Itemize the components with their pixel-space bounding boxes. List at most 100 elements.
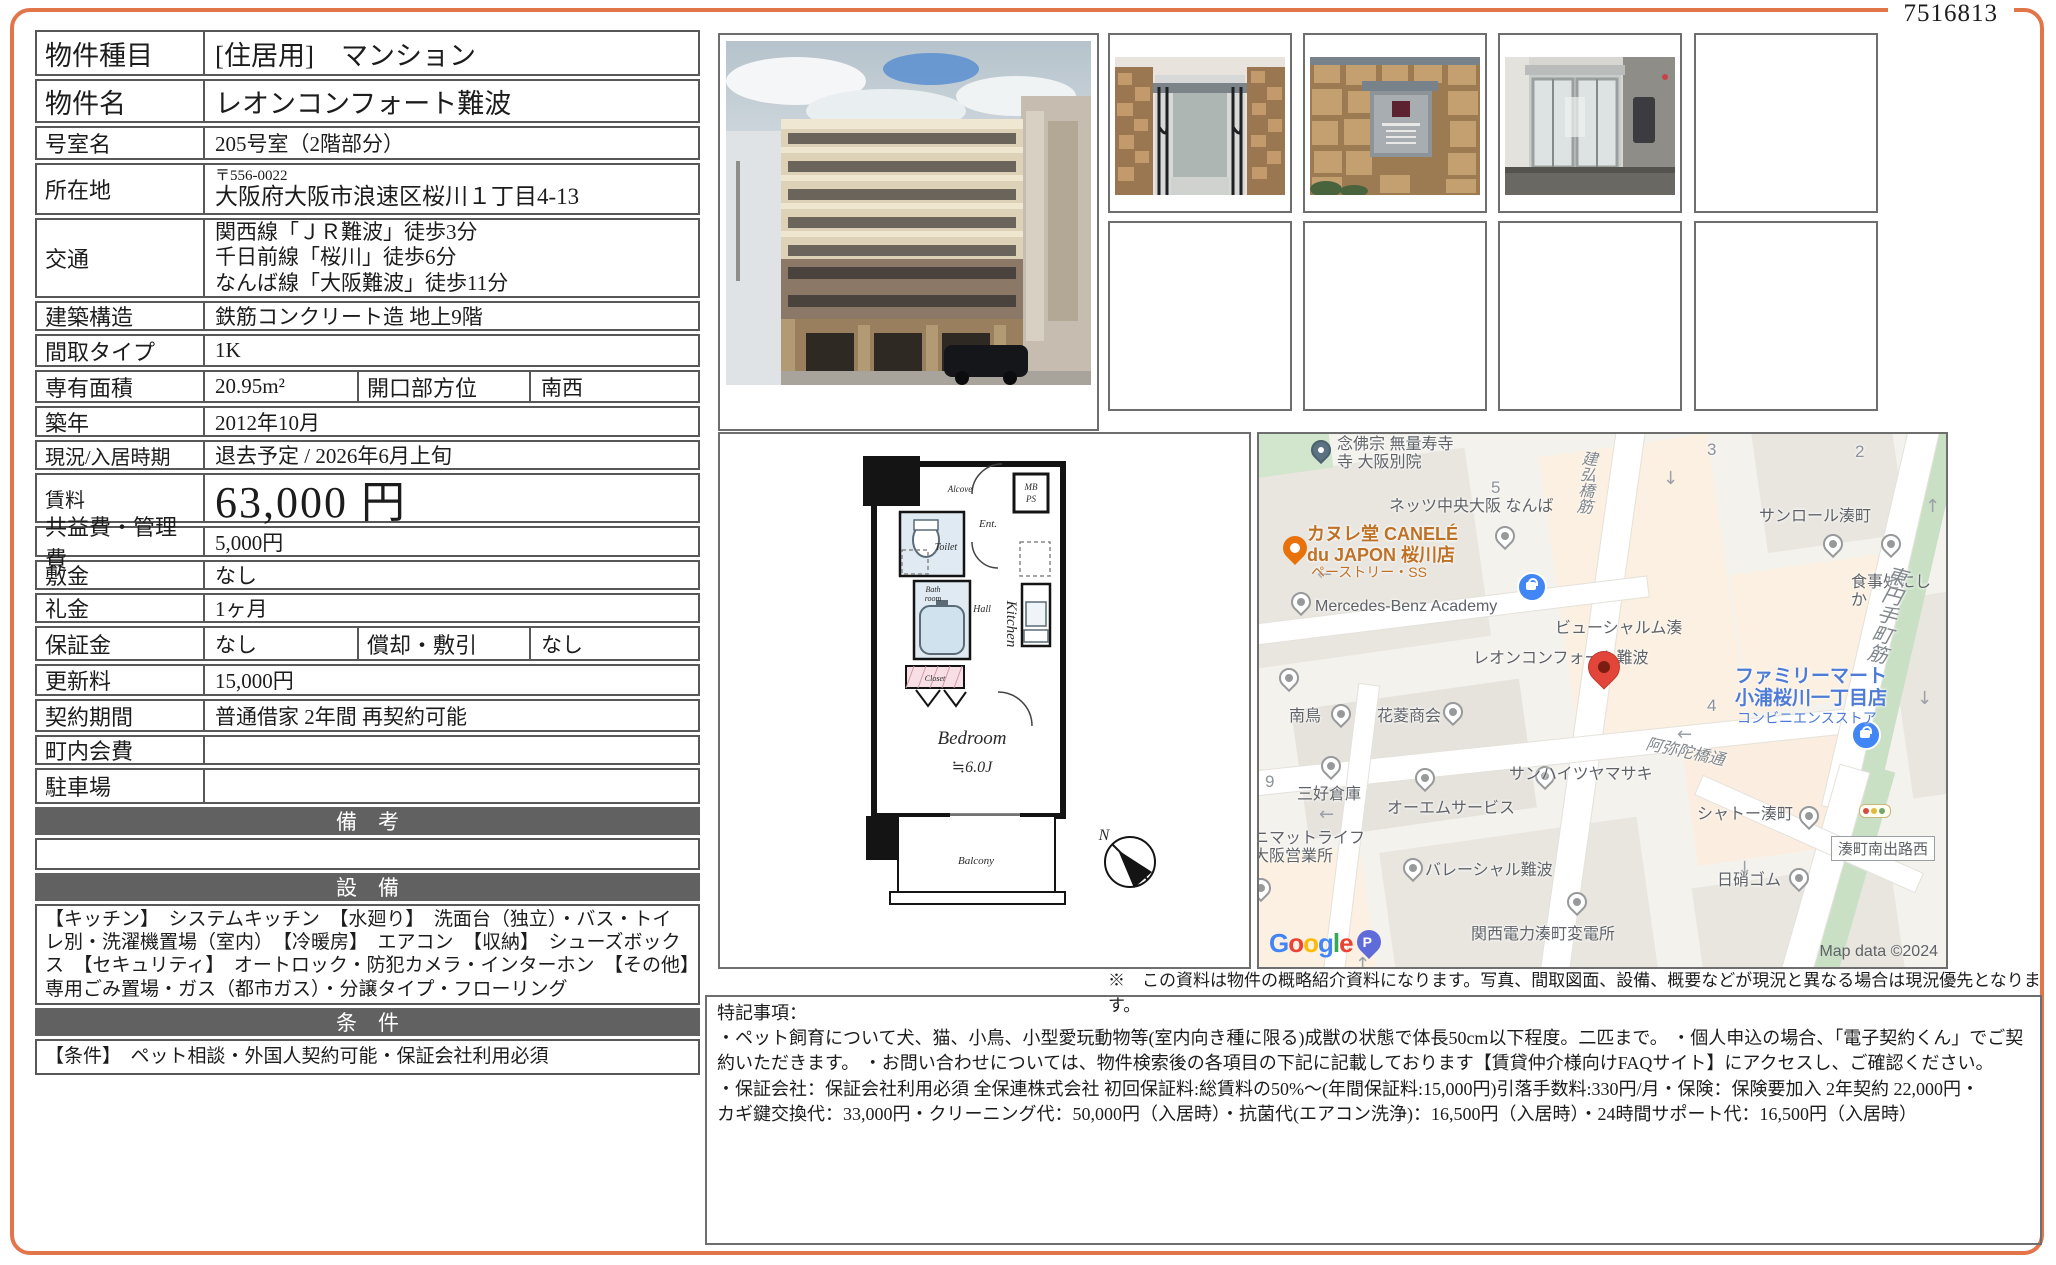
shop-pin-icon[interactable] — [1517, 572, 1547, 602]
route-number: 2 — [1855, 442, 1864, 462]
map-label-sunheights[interactable]: サンハイツヤマサキ — [1509, 766, 1653, 784]
svg-text:Ent.: Ent. — [978, 518, 997, 530]
address: 大阪府大阪市浪速区桜川１丁目4-13 — [215, 184, 688, 210]
row-value — [205, 770, 698, 802]
row-value — [205, 737, 698, 763]
row-value: なし — [205, 562, 698, 588]
equipment-header: 設 備 — [35, 873, 700, 901]
road-arrow-icon: ↑ — [1925, 496, 1940, 517]
svg-text:Bath: Bath — [925, 585, 940, 594]
map-label-netz[interactable]: ネッツ中央大阪 なんば — [1389, 498, 1553, 516]
special-notes-box: 特記事項： ・ペット飼育について犬、猫、小鳥、小型愛玩動物等(室内向き種に限る)… — [705, 995, 2042, 1245]
property-sheet: 7516813 物件種目 [住居用] マンション 物件名 レオンコンフォート難波… — [0, 0, 2056, 1265]
remarks-text — [35, 838, 700, 870]
svg-text:MB: MB — [1024, 482, 1038, 492]
viewcharm-pin-icon[interactable] — [1275, 664, 1303, 692]
row-label: 償却・敷引 — [359, 628, 531, 659]
map-label-sunroll[interactable]: サンロール湊町 — [1759, 508, 1871, 526]
svg-text:PS: PS — [1025, 494, 1036, 504]
table-row: 駐車場 — [35, 768, 700, 804]
map-label-benz[interactable]: Mercedes-Benz Academy — [1315, 598, 1497, 616]
postal-code: 〒556-0022 — [215, 168, 688, 185]
photo-stone-sign — [1303, 33, 1487, 213]
road-arrow-icon: ← — [1319, 804, 1334, 825]
row-value: 普通借家 2年間 再契約可能 — [205, 701, 698, 730]
transport-line: なんば線「大阪難波」徒歩11分 — [215, 271, 688, 297]
map-label-valencial[interactable]: バレーシャル難波 — [1425, 862, 1553, 880]
row-value: 鉄筋コンクリート造 地上9階 — [205, 303, 698, 329]
netz-pin-icon[interactable] — [1491, 522, 1519, 550]
transport-line: 千日前線「桜川」徒歩6分 — [215, 245, 688, 271]
conditions-text: 【条件】 ペット相談・外国人契約可能・保証会社利用必須 — [35, 1039, 700, 1075]
hall-photo-image — [1505, 57, 1675, 195]
photo-slot-empty — [1498, 221, 1682, 411]
map-label-familymart[interactable]: ファミリーマート 小浦桜川一丁目店 — [1735, 666, 1887, 710]
route-number: 5 — [1491, 478, 1500, 498]
row-value: 15,000円 — [205, 666, 698, 694]
row-label: 契約期間 — [37, 701, 205, 730]
table-row: 専有面積 20.95m² 開口部方位 南西 — [35, 370, 700, 403]
row-label: 保証金 — [37, 628, 205, 659]
map-label-chateau[interactable]: シャトー湊町 — [1697, 806, 1793, 824]
special-notes-line: 約いただきます。 ・お問い合わせについては、物件検索後の各項目の下記に記載してお… — [717, 1051, 2030, 1076]
equipment-text: 【キッチン】 システムキッチン 【水廻り】 洗面台（独立）・バス・トイレ別・洗濯… — [35, 904, 700, 1005]
map-label-kanden[interactable]: 関西電力湊町変電所 — [1471, 926, 1615, 944]
photo-slot-empty — [1694, 221, 1878, 411]
map-attribution: Map data ©2024 — [1819, 943, 1938, 961]
rent-value: 63,000 円 — [205, 475, 698, 521]
photo-slot-empty — [1108, 221, 1292, 411]
row-label: 共益費・管理費 — [37, 528, 205, 555]
row-label: 専有面積 — [37, 372, 205, 401]
row-label: 更新料 — [37, 666, 205, 694]
row-value: 〒556-0022 大阪府大阪市浪速区桜川１丁目4-13 — [205, 165, 698, 213]
transport-line: 関西線「ＪＲ難波」徒歩3分 — [215, 220, 688, 246]
svg-text:Balcony: Balcony — [958, 855, 994, 867]
row-label: 建築構造 — [37, 303, 205, 329]
row-label: 間取タイプ — [37, 336, 205, 365]
map-label-temple[interactable]: 念佛宗 無量寿寺 寺 大阪別院 — [1337, 436, 1453, 473]
traffic-signal-icon — [1859, 804, 1891, 818]
svg-text:Toilet: Toilet — [935, 542, 958, 553]
row-value: 1K — [205, 336, 698, 365]
map-label-leon[interactable]: レオンコンフォート難波 — [1473, 650, 1649, 668]
row-value: 5,000円 — [205, 528, 698, 555]
sign-photo-image — [1310, 57, 1480, 195]
row-label: 交通 — [37, 220, 205, 296]
building-photo-image — [726, 41, 1091, 385]
map-sign-minatomachi: 湊町南出路西 — [1831, 836, 1935, 861]
location-map[interactable]: ← ← ↓ ↑ ↓ ↓ ← ↑ P 念佛宗 無量寿寺 寺 大阪別院 — [1257, 432, 1948, 969]
special-notes-line: 特記事項： — [717, 1001, 2030, 1026]
svg-text:room: room — [925, 594, 942, 603]
table-row: 交通 関西線「ＪＲ難波」徒歩3分 千日前線「桜川」徒歩6分 なんば線「大阪難波」… — [35, 218, 700, 298]
map-label-nimatto[interactable]: ニマットライフ 大阪営業所 — [1257, 830, 1365, 867]
conditions-header: 条 件 — [35, 1008, 700, 1036]
table-row: 礼金 1ヶ月 — [35, 593, 700, 623]
map-label-canele[interactable]: カヌレ堂 CANELÉ du JAPON 桜川店 — [1307, 524, 1458, 565]
photo-slot-empty — [1694, 33, 1878, 213]
special-notes-line: ・保証会社：保証会社利用必須 全保連株式会社 初回保証料:総賃料の50%～(年間… — [717, 1077, 2030, 1102]
row-label: 号室名 — [37, 128, 205, 158]
row-label: 駐車場 — [37, 770, 205, 802]
map-label-minamitori[interactable]: 南鳥 — [1289, 708, 1321, 726]
remarks-header: 備 考 — [35, 807, 700, 835]
route-number: 3 — [1707, 440, 1716, 460]
table-row: 更新料 15,000円 — [35, 664, 700, 696]
road-arrow-icon: ↓ — [1663, 468, 1678, 489]
table-row: 町内会費 — [35, 735, 700, 765]
svg-text:Kitchen: Kitchen — [1003, 600, 1019, 648]
svg-text:N: N — [1098, 827, 1111, 844]
map-label-nissho[interactable]: 日硝ゴム — [1717, 872, 1781, 890]
map-label-viewcharm[interactable]: ビューシャルム湊 — [1555, 620, 1682, 638]
property-info-table: 物件種目 [住居用] マンション 物件名 レオンコンフォート難波 号室名 205… — [35, 30, 700, 1078]
table-row: 号室名 205号室（2階部分） — [35, 126, 700, 160]
table-row: 敷金 なし — [35, 560, 700, 590]
row-label: 現況/入居時期 — [37, 442, 205, 468]
svg-text:≒6.0J: ≒6.0J — [952, 759, 993, 776]
map-label-familymart-sub: コンビニエンスストア — [1737, 710, 1877, 726]
svg-text:Hall: Hall — [972, 604, 991, 615]
map-label-hanabishi[interactable]: 花菱商会 — [1377, 708, 1441, 726]
map-label-miyoshi[interactable]: 三好倉庫 — [1297, 786, 1361, 804]
table-row: 間取タイプ 1K — [35, 334, 700, 367]
map-label-omservice[interactable]: オーエムサービス — [1387, 800, 1515, 818]
row-value: なし — [205, 628, 359, 659]
